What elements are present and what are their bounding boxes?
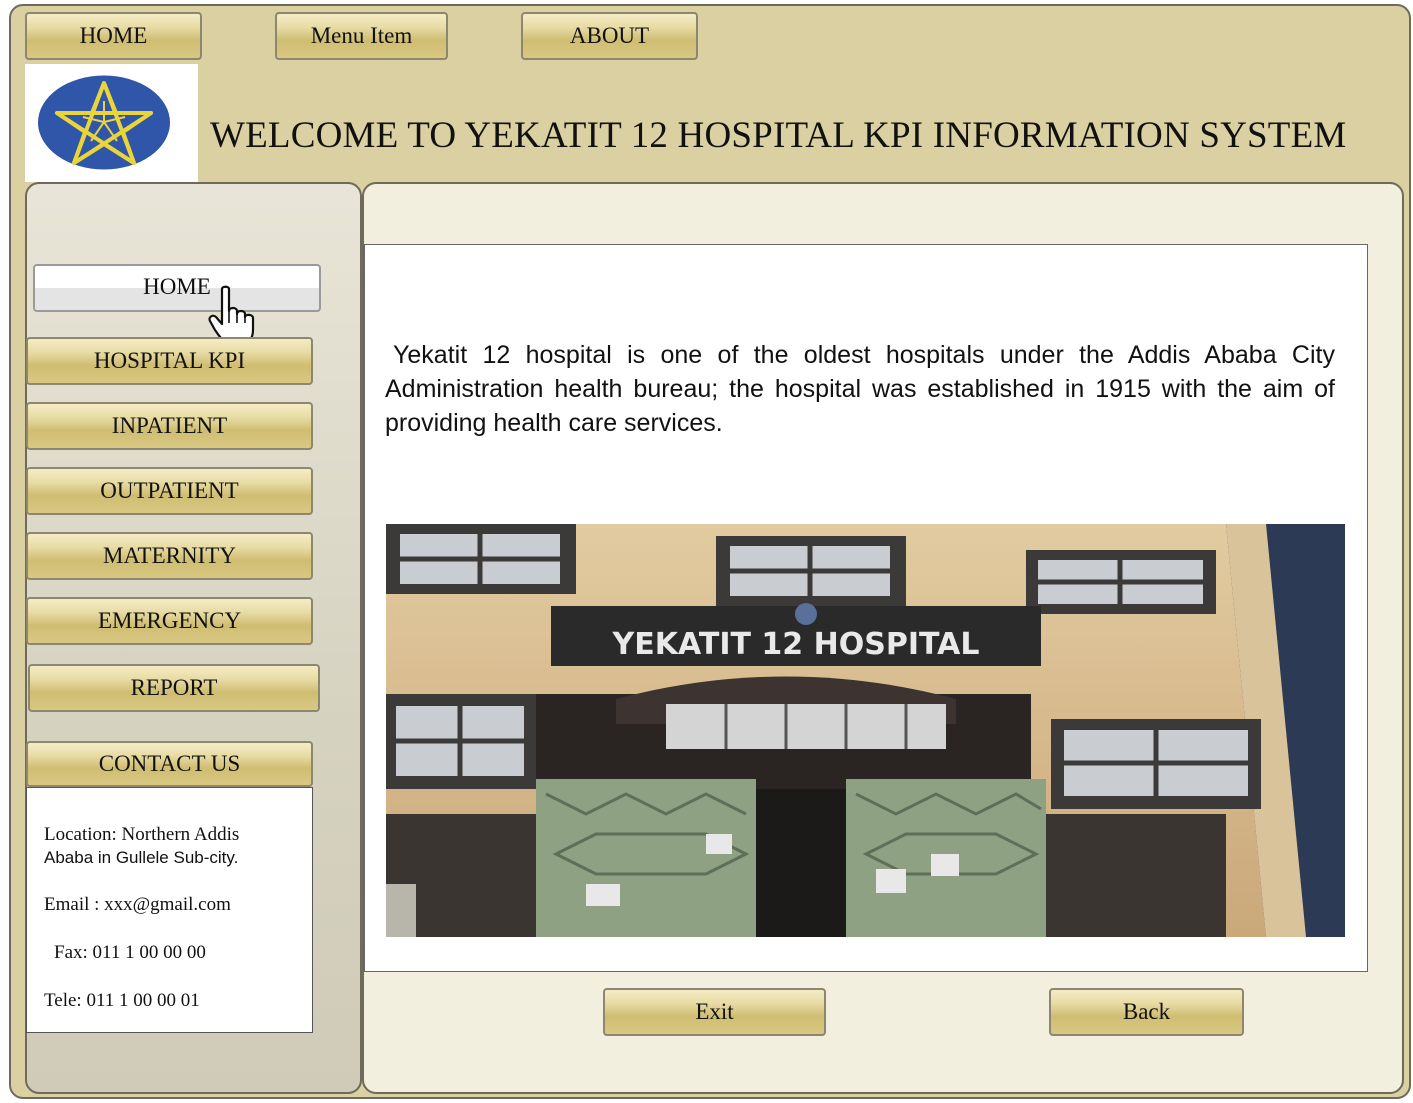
sidebar-item-label: HOME (143, 274, 211, 299)
sidebar-item-contact-us[interactable]: CONTACT US (26, 741, 313, 787)
contact-fax: Fax: 011 1 00 00 00 (54, 942, 206, 963)
hospital-building-photo: YEKATIT 12 HOSPITAL (386, 524, 1345, 937)
contact-location-line2: Ababa in Gullele Sub-city. (44, 848, 239, 867)
sidebar-item-home[interactable]: HOME (33, 264, 321, 312)
back-button[interactable]: Back (1049, 988, 1244, 1036)
contact-info-panel: Location: Northern Addis Ababa in Gullel… (26, 787, 313, 1033)
contact-tele: Tele: 011 1 00 00 01 (44, 990, 200, 1011)
sidebar-item-emergency[interactable]: EMERGENCY (26, 597, 313, 645)
top-nav-home-button[interactable]: HOME (25, 12, 202, 60)
exit-button[interactable]: Exit (603, 988, 826, 1036)
sidebar-item-outpatient[interactable]: OUTPATIENT (26, 467, 313, 515)
hospital-description: Yekatit 12 hospital is one of the oldest… (385, 341, 1335, 437)
sidebar-item-hospital-kpi[interactable]: HOSPITAL KPI (26, 337, 313, 385)
sidebar-item-maternity[interactable]: MATERNITY (26, 532, 313, 580)
page-title: WELCOME TO YEKATIT 12 HOSPITAL KPI INFOR… (210, 115, 1347, 156)
sidebar-item-inpatient[interactable]: INPATIENT (26, 402, 313, 450)
ethiopian-emblem-star-icon (38, 75, 170, 170)
hand-pointer-cursor-icon (208, 285, 255, 345)
sidebar-item-report[interactable]: REPORT (28, 664, 320, 712)
photo-sign-text: YEKATIT 12 HOSPITAL (612, 627, 980, 662)
logo (25, 64, 198, 182)
contact-location-line1: Location: Northern Addis (44, 824, 240, 845)
contact-email: Email : xxx@gmail.com (44, 894, 231, 915)
top-nav-menu-item-button[interactable]: Menu Item (275, 12, 448, 60)
top-nav-about-button[interactable]: ABOUT (521, 12, 698, 60)
